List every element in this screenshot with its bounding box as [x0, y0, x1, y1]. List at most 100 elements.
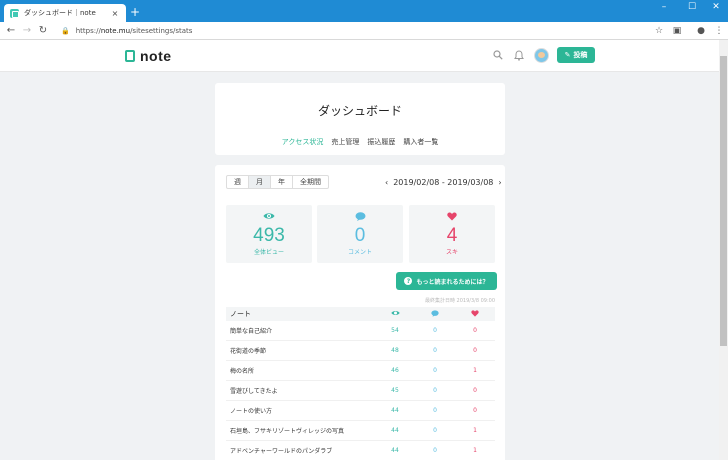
lock-icon: 🔒: [61, 26, 70, 35]
heart-icon: [447, 212, 457, 221]
note-likes: 0: [473, 407, 477, 414]
browser-toolbar: ← → ↻ 🔒 https://note.mu/sitesettings/sta…: [0, 22, 728, 40]
note-likes: 1: [473, 367, 477, 374]
post-button[interactable]: ✎ 投稿: [557, 47, 595, 63]
table-header: ノート: [226, 307, 495, 321]
note-title[interactable]: 雪遊びしてきたよ: [226, 386, 375, 395]
note-views: 44: [391, 407, 399, 414]
range-text: 2019/02/08 - 2019/03/08: [393, 178, 494, 187]
date-range: ‹ 2019/02/08 - 2019/03/08 ›: [385, 178, 502, 187]
likes-count: 4: [446, 225, 458, 246]
note-favicon-icon: [10, 8, 19, 18]
table-row[interactable]: 花街道の季節 48 0 0: [226, 341, 495, 361]
back-arrow-icon[interactable]: ←: [3, 25, 19, 36]
tab-access[interactable]: アクセス状況: [282, 137, 324, 147]
stats-card: 週 月 年 全期間 ‹ 2019/02/08 - 2019/03/08 › 49…: [215, 165, 505, 460]
note-title[interactable]: 簡単な自己紹介: [226, 326, 375, 335]
address-bar[interactable]: https://note.mu/sitesettings/stats: [76, 27, 650, 35]
note-logo-icon: [125, 50, 135, 62]
table-row[interactable]: 石垣島、フサキリゾートヴィレッジの写真 44 0 1: [226, 421, 495, 441]
page-title: ダッシュボード: [317, 104, 402, 118]
note-likes: 0: [473, 347, 477, 354]
note-title[interactable]: 花街道の季節: [226, 346, 375, 355]
range-prev-icon[interactable]: ‹: [385, 178, 388, 187]
tab-buyers[interactable]: 購入者一覧: [403, 137, 438, 147]
pencil-icon: ✎: [564, 51, 571, 59]
period-selector: 週 月 年 全期間: [226, 175, 329, 189]
extension-icon[interactable]: ▣: [668, 26, 686, 36]
maximize-button[interactable]: ☐: [682, 2, 702, 12]
note-title[interactable]: アドベンチャーワールドのパンダラブ: [226, 446, 375, 455]
note-views: 46: [391, 367, 399, 374]
table-row[interactable]: ノートの使い方 44 0 0: [226, 401, 495, 421]
period-year[interactable]: 年: [271, 176, 293, 188]
reload-icon[interactable]: ↻: [35, 25, 51, 36]
period-week[interactable]: 週: [227, 176, 249, 188]
forward-arrow-icon[interactable]: →: [19, 25, 35, 36]
dashboard-card: ダッシュボード アクセス状況 売上管理 振込履歴 購入者一覧: [215, 83, 505, 155]
note-likes: 1: [473, 427, 477, 434]
heart-icon: [471, 309, 479, 317]
comments-stat: 0 コメント: [317, 205, 403, 263]
views-stat: 493 全体ビュー: [226, 205, 312, 263]
range-next-icon[interactable]: ›: [498, 178, 501, 187]
note-comments: 0: [433, 347, 437, 354]
bell-icon[interactable]: [514, 50, 524, 61]
tab-transfers[interactable]: 振込履歴: [367, 137, 395, 147]
speech-bubble-icon: [355, 212, 365, 221]
note-likes: 0: [473, 327, 477, 334]
read-more-tips-button[interactable]: ? もっと読まれるためには？: [396, 272, 497, 290]
new-tab-button[interactable]: +: [130, 6, 140, 18]
table-row[interactable]: 雪遊びしてきたよ 45 0 0: [226, 381, 495, 401]
minimize-button[interactable]: –: [654, 2, 674, 12]
period-all[interactable]: 全期間: [293, 176, 328, 188]
note-comments: 0: [433, 427, 437, 434]
notes-table: ノート 簡単な自己紹介 54 0 0 花街道の季節 48 0 0 梅の名所 46 0 1 雪遊びしてきた: [226, 307, 495, 460]
likes-label: スキ: [445, 249, 458, 256]
column-note: ノート: [230, 310, 251, 318]
profile-icon[interactable]: ●: [692, 26, 710, 36]
note-views: 44: [391, 427, 399, 434]
browser-titlebar: ダッシュボード｜note × + – ☐ ✕: [0, 0, 728, 22]
table-row[interactable]: 梅の名所 46 0 1: [226, 361, 495, 381]
likes-stat: 4 スキ: [409, 205, 495, 263]
browser-tab[interactable]: ダッシュボード｜note ×: [4, 4, 126, 22]
dashboard-tabs: アクセス状況 売上管理 振込履歴 購入者一覧: [215, 137, 505, 147]
avatar[interactable]: [534, 48, 549, 63]
note-title[interactable]: 石垣島、フサキリゾートヴィレッジの写真: [226, 426, 375, 435]
last-updated: 最終集計日時 2019/3/8 09:00: [424, 298, 495, 304]
search-icon[interactable]: [493, 50, 503, 60]
note-logo[interactable]: note: [125, 48, 172, 64]
table-row[interactable]: アドベンチャーワールドのパンダラブ 44 0 1: [226, 441, 495, 460]
comments-label: コメント: [347, 249, 372, 256]
views-count: 493: [253, 225, 285, 246]
question-icon: ?: [404, 277, 413, 285]
note-title[interactable]: ノートの使い方: [226, 406, 375, 415]
note-views: 48: [391, 347, 399, 354]
eye-icon: [263, 213, 275, 219]
note-comments: 0: [433, 327, 437, 334]
eye-icon: [390, 311, 400, 315]
note-comments: 0: [433, 407, 437, 414]
tab-close-icon[interactable]: ×: [110, 9, 120, 18]
views-label: 全体ビュー: [253, 249, 284, 256]
window-close-button[interactable]: ✕: [706, 2, 726, 12]
note-comments: 0: [433, 447, 437, 454]
note-comments: 0: [433, 387, 437, 394]
tab-title: ダッシュボード｜note: [24, 9, 96, 17]
period-month[interactable]: 月: [249, 176, 271, 188]
bookmark-star-icon[interactable]: ☆: [650, 26, 668, 36]
tab-sales[interactable]: 売上管理: [331, 137, 359, 147]
comments-count: 0: [354, 225, 366, 246]
speech-bubble-icon: [431, 309, 439, 317]
note-views: 54: [391, 327, 399, 334]
table-row[interactable]: 簡単な自己紹介 54 0 0: [226, 321, 495, 341]
note-views: 45: [391, 387, 399, 394]
note-comments: 0: [433, 367, 437, 374]
menu-dots-icon[interactable]: ⋮: [710, 26, 728, 36]
note-likes: 0: [473, 387, 477, 394]
note-title[interactable]: 梅の名所: [226, 366, 375, 375]
scrollbar-thumb[interactable]: [720, 56, 727, 346]
note-likes: 1: [473, 447, 477, 454]
site-header: note ✎ 投稿: [0, 40, 728, 72]
